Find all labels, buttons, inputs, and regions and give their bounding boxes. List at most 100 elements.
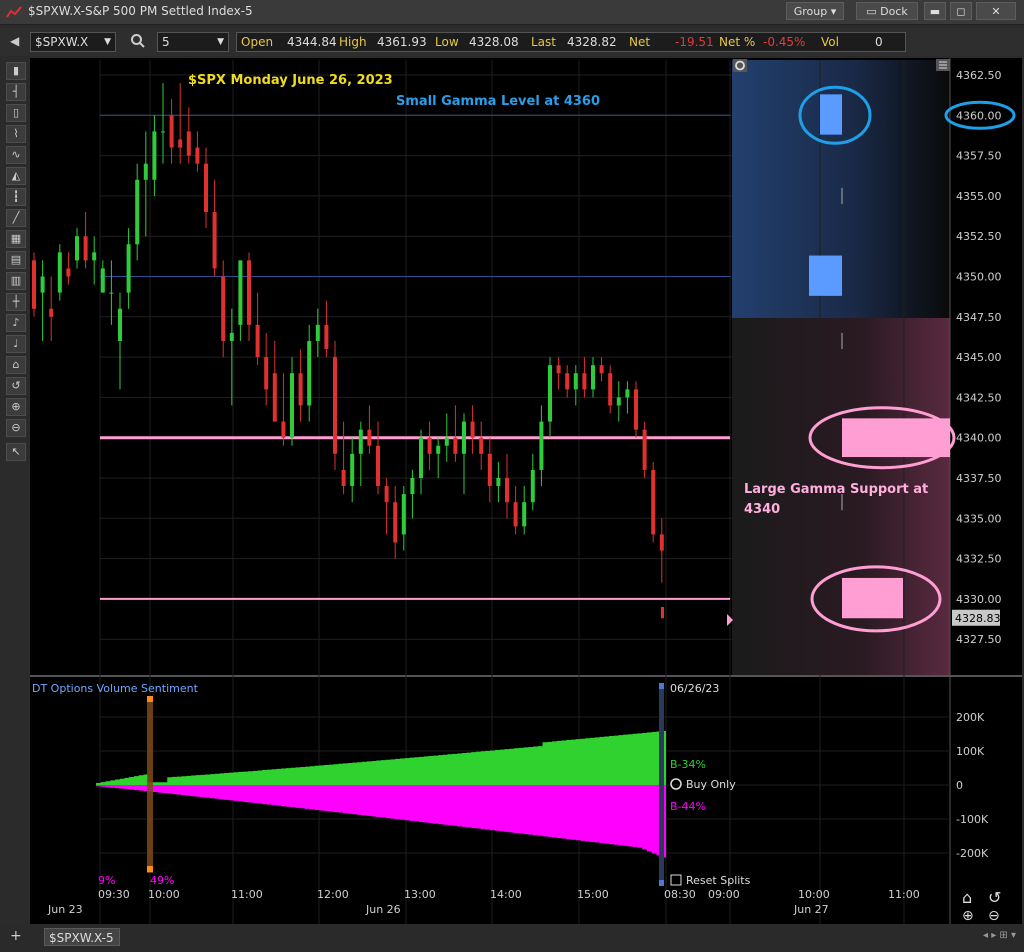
line-tool-icon[interactable]: ⌇: [6, 125, 26, 143]
date-label: Jun 27: [793, 903, 829, 916]
undo-icon[interactable]: ↺: [6, 377, 26, 395]
candle-body: [599, 365, 604, 374]
dock-button[interactable]: ▭ Dock: [856, 2, 918, 20]
layout-tool-icon[interactable]: ▥: [6, 272, 26, 290]
candle-body: [212, 212, 217, 269]
symbol-input[interactable]: $SPXW.X ▼: [30, 32, 116, 52]
chart-tab[interactable]: $SPXW.X-5: [44, 928, 120, 946]
candle-body: [229, 332, 234, 341]
candle-body: [333, 357, 337, 454]
candle-body: [238, 260, 243, 325]
candle-body: [634, 389, 638, 430]
sell-percent-label: B-44%: [670, 800, 706, 813]
home-icon[interactable]: ⌂: [962, 888, 972, 907]
candle-body: [522, 502, 527, 527]
time-tick-label: 13:00: [404, 888, 436, 901]
zoom-in-icon[interactable]: ⊕: [6, 398, 26, 416]
price-tick-label: 4357.50: [956, 150, 1002, 163]
interval-select[interactable]: 5 ▼: [157, 32, 229, 52]
end-marker-top: [659, 683, 664, 689]
end-marker-bottom: [659, 880, 664, 886]
candle-body: [651, 469, 656, 535]
candle-body: [530, 469, 535, 503]
close-button[interactable]: ✕: [976, 2, 1016, 20]
gamma-bar-4350: [809, 255, 842, 296]
candle-body: [505, 478, 509, 503]
back-arrow-icon[interactable]: ◀: [10, 34, 19, 48]
volume-value: 0: [875, 35, 883, 49]
left-percent-label: 49%: [150, 874, 174, 887]
candle-body: [195, 147, 200, 164]
candle-body: [659, 534, 664, 551]
zoom-in-icon[interactable]: ⊕: [962, 908, 974, 924]
price-tick-label: 4327.50: [956, 633, 1002, 646]
music-tool-icon[interactable]: ♩: [6, 335, 26, 353]
search-icon[interactable]: [130, 33, 146, 53]
candle-body: [118, 308, 122, 341]
candle-body: [384, 486, 389, 503]
indicator-tick-label: -200K: [956, 847, 989, 860]
line-chart-icon[interactable]: ∿: [6, 146, 26, 164]
volume-label: Vol: [821, 35, 839, 49]
candle-body: [247, 260, 251, 325]
zoom-out-icon[interactable]: ⊖: [6, 419, 26, 437]
split-marker-bottom: [147, 866, 153, 872]
candle-body: [608, 373, 613, 406]
candle-body: [548, 365, 552, 422]
candle-body: [661, 606, 664, 619]
grid-tool-icon[interactable]: ▦: [6, 230, 26, 248]
candle-body: [462, 421, 466, 454]
time-tick-label: 14:00: [490, 888, 522, 901]
undo-icon[interactable]: ↺: [988, 888, 1001, 907]
candle-body: [591, 365, 595, 390]
table-tool-icon[interactable]: ▤: [6, 251, 26, 269]
candle-body: [625, 389, 630, 398]
high-label: High: [339, 35, 367, 49]
zoom-out-icon[interactable]: ⊖: [988, 908, 1000, 924]
menu-icon[interactable]: [936, 59, 950, 71]
candle-body: [57, 252, 62, 293]
chevron-down-icon: ▼: [104, 37, 111, 47]
candle-body: [307, 340, 312, 406]
chart-area[interactable]: 4362.50 4360.00 4357.50 4355.00 4352.50 4350.…: [30, 58, 1022, 924]
tab-nav-icons[interactable]: ◂ ▸ ⊞ ▾: [983, 930, 1016, 941]
ohlc-tool-icon[interactable]: ┤: [6, 83, 26, 101]
time-tick-label: 12:00: [317, 888, 349, 901]
price-chart[interactable]: 4362.50 4360.00 4357.50 4355.00 4352.50 4350.…: [30, 58, 1022, 924]
add-tab-icon[interactable]: +: [10, 928, 22, 944]
candle-body: [255, 324, 260, 358]
dock-label: Dock: [880, 5, 908, 18]
candlestick-tool-icon[interactable]: ▯: [6, 104, 26, 122]
split-tool-icon[interactable]: ┼: [6, 293, 26, 311]
last-label: Last: [531, 35, 556, 49]
bar-chart-tool-icon[interactable]: ▮: [6, 62, 26, 80]
time-tick-label: 15:00: [577, 888, 609, 901]
group-label: Group: [793, 5, 828, 18]
range-bars-icon[interactable]: ┇: [6, 188, 26, 206]
price-tick-label: 4347.50: [956, 311, 1002, 324]
candle-body: [75, 236, 79, 261]
candle-body: [152, 131, 157, 180]
candle-body: [350, 453, 355, 487]
date-label: Jun 26: [365, 903, 401, 916]
interval-value: 5: [162, 35, 170, 49]
gear-icon[interactable]: [733, 59, 747, 72]
price-tick-label: 4332.50: [956, 553, 1002, 566]
candle-body: [401, 494, 406, 535]
candle-body: [324, 324, 329, 350]
pointer-tool-icon[interactable]: ↖: [6, 443, 26, 461]
trendline-icon[interactable]: ╱: [6, 209, 26, 227]
area-chart-icon[interactable]: ◭: [6, 167, 26, 185]
indicator-title: DT Options Volume Sentiment: [32, 682, 199, 695]
candle-body: [92, 252, 97, 261]
split-marker-band: [147, 698, 153, 873]
maximize-button[interactable]: ◻: [950, 2, 972, 20]
minimize-button[interactable]: ▬: [924, 2, 946, 20]
end-marker-band: [659, 683, 664, 885]
home-icon[interactable]: ⌂: [6, 356, 26, 374]
group-button[interactable]: Group ▾: [786, 2, 844, 20]
net-value: -19.51: [675, 35, 714, 49]
note-tool-icon[interactable]: ♪: [6, 314, 26, 332]
candle-body: [582, 373, 587, 390]
candle-body: [487, 453, 492, 487]
